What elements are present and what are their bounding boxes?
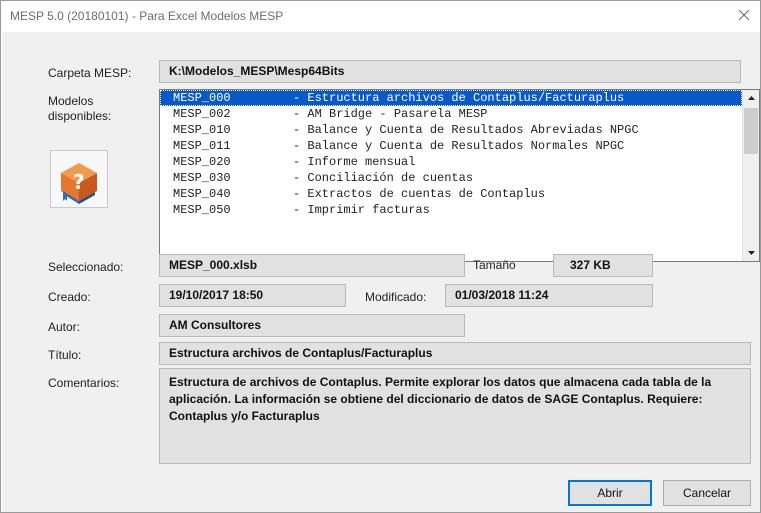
dialog-content: Carpeta MESP: K:\Modelos_MESP\Mesp64Bits…: [2, 32, 760, 512]
model-code: MESP_002: [173, 107, 231, 121]
scroll-down-arrow-icon: [748, 251, 755, 255]
modificado-field: 01/03/2018 11:24: [445, 284, 653, 307]
model-list-item[interactable]: MESP_020 - Informe mensual: [160, 154, 742, 170]
model-description: - Estructura archivos de Contaplus/Factu…: [293, 91, 625, 105]
model-list-item[interactable]: MESP_002 - AM Bridge - Pasarela MESP: [160, 106, 742, 122]
model-code: MESP_000: [173, 91, 231, 105]
comentarios-field: Estructura de archivos de Contaplus. Per…: [159, 368, 751, 464]
tamano-field: 327 KB: [553, 254, 653, 277]
model-list-item[interactable]: MESP_030 - Conciliación de cuentas: [160, 170, 742, 186]
model-list-item[interactable]: MESP_040 - Extractos de cuentas de Contap…: [160, 186, 742, 202]
scroll-up-arrow-icon: [748, 96, 755, 100]
model-code: MESP_011: [173, 139, 231, 153]
models-list: MESP_000 - Estructura archivos de Contapl…: [160, 90, 742, 218]
seleccionado-field: MESP_000.xlsb: [159, 254, 465, 277]
model-list-item[interactable]: MESP_010 - Balance y Cuenta de Resultados…: [160, 122, 742, 138]
model-code: MESP_040: [173, 187, 231, 201]
creado-label: Creado:: [48, 290, 91, 304]
scroll-down-button[interactable]: [743, 244, 759, 261]
model-description: - Balance y Cuenta de Resultados Normale…: [293, 139, 625, 153]
close-button[interactable]: [736, 7, 752, 23]
cancelar-button[interactable]: Cancelar: [663, 480, 751, 506]
model-description: - Imprimir facturas: [293, 203, 430, 217]
autor-field: AM Consultores: [159, 314, 465, 337]
models-listbox[interactable]: MESP_000 - Estructura archivos de Contapl…: [159, 89, 760, 262]
model-list-item[interactable]: MESP_000 - Estructura archivos de Contapl…: [160, 90, 742, 106]
model-description: - AM Bridge - Pasarela MESP: [293, 107, 488, 121]
model-description: - Conciliación de cuentas: [293, 171, 474, 185]
model-list-item[interactable]: MESP_050 - Imprimir facturas: [160, 202, 742, 218]
scroll-up-button[interactable]: [743, 90, 759, 107]
tamano-label: Tamaño: [473, 258, 516, 272]
modelos-label-line2: disponibles:: [48, 109, 112, 123]
modificado-label: Modificado:: [365, 290, 427, 304]
carpeta-label: Carpeta MESP:: [48, 66, 132, 80]
comentarios-label: Comentarios:: [48, 376, 120, 390]
vertical-scrollbar[interactable]: [742, 90, 759, 261]
svg-text:?: ?: [73, 170, 85, 194]
model-description: - Informe mensual: [293, 155, 416, 169]
help-book-icon: ?: [61, 163, 97, 204]
titulo-field: Estructura archivos de Contaplus/Factura…: [159, 342, 751, 365]
carpeta-field: K:\Modelos_MESP\Mesp64Bits: [159, 60, 741, 83]
model-code: MESP_030: [173, 171, 231, 185]
model-code: MESP_020: [173, 155, 231, 169]
model-description: - Extractos de cuentas de Contaplus: [293, 187, 546, 201]
model-code: MESP_010: [173, 123, 231, 137]
model-code: MESP_050: [173, 203, 231, 217]
abrir-button[interactable]: Abrir: [568, 480, 652, 506]
scroll-thumb[interactable]: [744, 108, 758, 154]
help-book-button[interactable]: ?: [50, 150, 108, 208]
dialog-window: MESP 5.0 (20180101) - Para Excel Modelos…: [0, 0, 761, 513]
window-title: MESP 5.0 (20180101) - Para Excel Modelos…: [10, 9, 284, 23]
model-description: - Balance y Cuenta de Resultados Abrevia…: [293, 123, 639, 137]
model-list-item[interactable]: MESP_011 - Balance y Cuenta de Resultados…: [160, 138, 742, 154]
creado-field: 19/10/2017 18:50: [159, 284, 346, 307]
close-icon: [738, 9, 750, 21]
seleccionado-label: Seleccionado:: [48, 260, 124, 274]
modelos-label-line1: Modelos: [48, 94, 94, 108]
titulo-label: Título:: [48, 348, 82, 362]
autor-label: Autor:: [48, 320, 81, 334]
title-bar: MESP 5.0 (20180101) - Para Excel Modelos…: [1, 1, 760, 31]
